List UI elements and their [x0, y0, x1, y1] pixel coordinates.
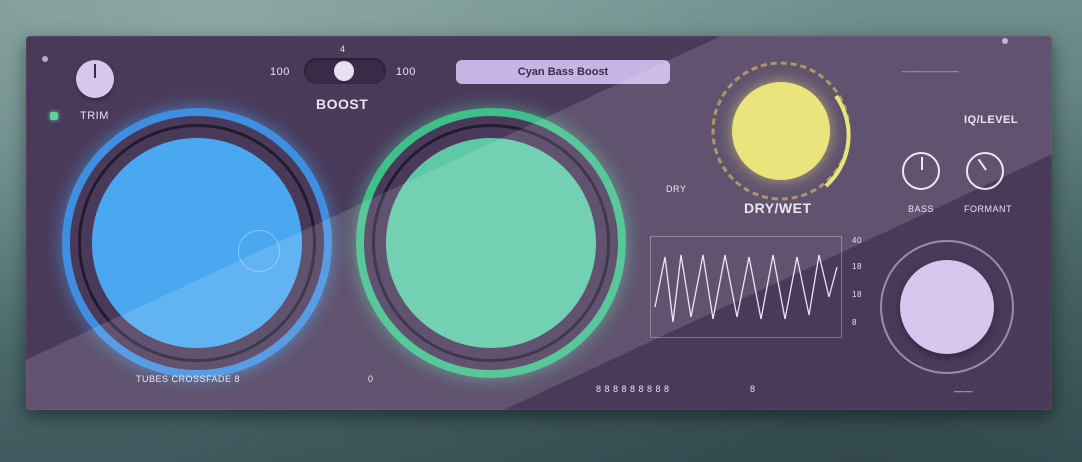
top-right-readout: —————— [902, 66, 959, 76]
boost-label: BOOST [316, 96, 369, 112]
bass-knob[interactable] [902, 152, 940, 190]
green-jog-wheel[interactable] [386, 138, 596, 348]
scope-tick-label: 40 [852, 236, 862, 245]
boost-min-label: 100 [270, 66, 290, 78]
corner-screw-icon [1002, 38, 1008, 44]
trim-knob[interactable] [76, 60, 114, 98]
boost-slider-track[interactable] [304, 58, 386, 84]
bottom-right-status: —— [954, 386, 973, 396]
boost-max-label: 100 [396, 66, 416, 78]
boost-slider-thumb[interactable] [334, 61, 354, 81]
scope-tick-label: 18 [852, 290, 862, 299]
blue-jog-wheel[interactable] [92, 138, 302, 348]
knob-pointer [977, 158, 987, 171]
preset-selector[interactable]: Cyan Bass Boost [456, 60, 670, 84]
scope-tick-label: 18 [852, 262, 862, 271]
bottom-mid-right: 8 [750, 384, 756, 394]
knob-pointer [921, 157, 923, 170]
output-knob[interactable] [900, 260, 994, 354]
formant-knob-label: FORMANT [964, 204, 1012, 214]
screw-icon [42, 56, 48, 62]
bottom-mid-left: 0 [368, 374, 374, 384]
scope-tick-label: 8 [852, 318, 857, 327]
power-led[interactable] [50, 112, 58, 120]
waveform-graph [654, 254, 838, 323]
bottom-center-status: 8 8 8 8 8 8 8 8 8 [596, 384, 670, 394]
drywet-label: DRY/WET [744, 200, 812, 216]
formant-knob[interactable] [966, 152, 1004, 190]
knob-pointer [94, 64, 96, 78]
jog-wheel-marker [238, 230, 280, 272]
drywet-knob[interactable] [732, 82, 830, 180]
bass-knob-label: BASS [908, 204, 935, 214]
plugin-panel: TRIM 4 100 100 BOOST Cyan Bass Boost DRY… [26, 36, 1052, 410]
drywet-side-label: DRY [666, 184, 687, 194]
crossfade-status: TUBES CROSSFADE 8 [136, 374, 241, 384]
boost-top-marker: 4 [340, 44, 346, 54]
level-header: IQ/LEVEL [964, 114, 1019, 126]
trim-label: TRIM [80, 110, 109, 122]
waveform-display [650, 236, 842, 338]
